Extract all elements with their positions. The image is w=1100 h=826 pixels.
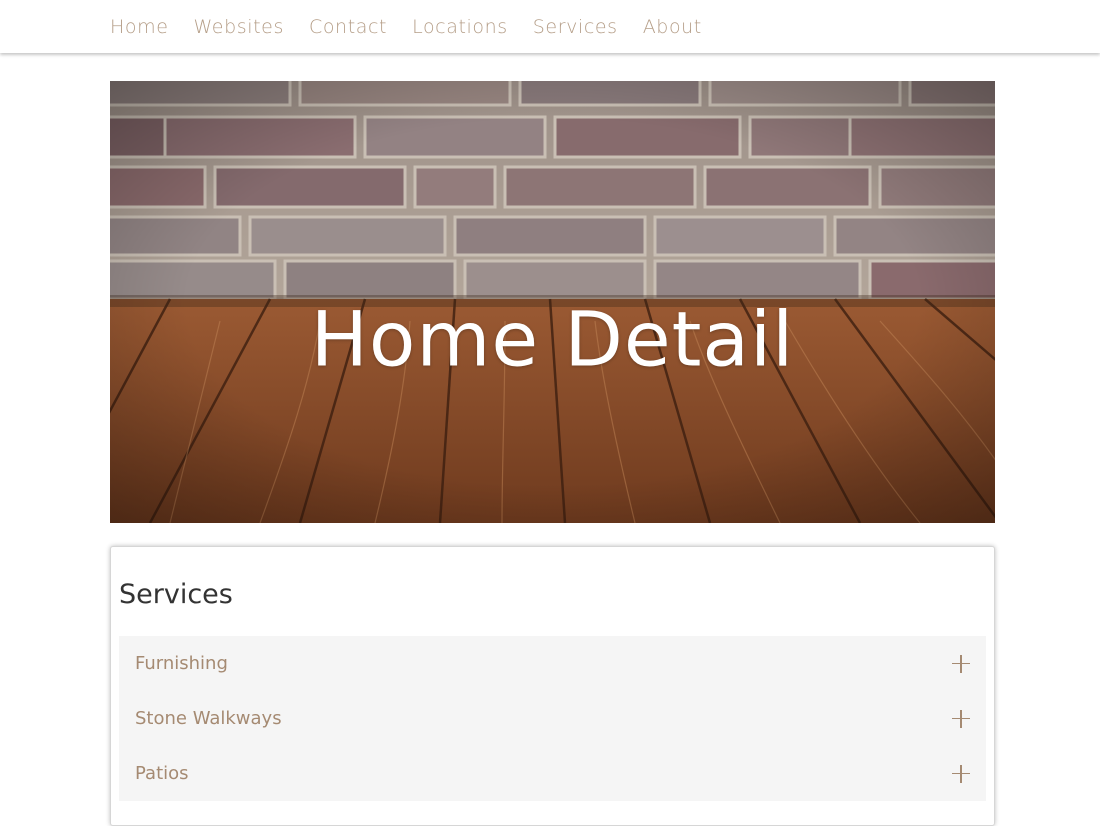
nav-link-websites[interactable]: Websites (194, 16, 284, 38)
plus-icon[interactable] (952, 709, 970, 728)
nav-list: Home Websites Contact Locations Services… (110, 0, 727, 53)
services-card: Services Furnishing Stone Walkways Patio… (110, 546, 995, 826)
hero-title: Home Detail (310, 294, 795, 384)
nav-link-locations[interactable]: Locations (412, 16, 508, 38)
plus-icon[interactable] (952, 654, 970, 673)
nav-link-about[interactable]: About (643, 16, 702, 38)
services-heading: Services (119, 579, 233, 610)
accordion-item-label: Stone Walkways (135, 708, 282, 729)
nav-link-contact[interactable]: Contact (309, 16, 387, 38)
accordion-item-furnishing[interactable]: Furnishing (119, 636, 986, 691)
nav-link-home[interactable]: Home (110, 16, 169, 38)
nav-link-services[interactable]: Services (533, 16, 618, 38)
services-accordion: Furnishing Stone Walkways Patios (119, 636, 986, 801)
top-navigation: Home Websites Contact Locations Services… (0, 0, 1100, 53)
accordion-item-label: Furnishing (135, 653, 228, 674)
hero-banner: Home Detail (110, 81, 995, 523)
plus-icon[interactable] (952, 764, 970, 783)
accordion-item-stone-walkways[interactable]: Stone Walkways (119, 691, 986, 746)
accordion-item-patios[interactable]: Patios (119, 746, 986, 801)
accordion-item-label: Patios (135, 763, 189, 784)
